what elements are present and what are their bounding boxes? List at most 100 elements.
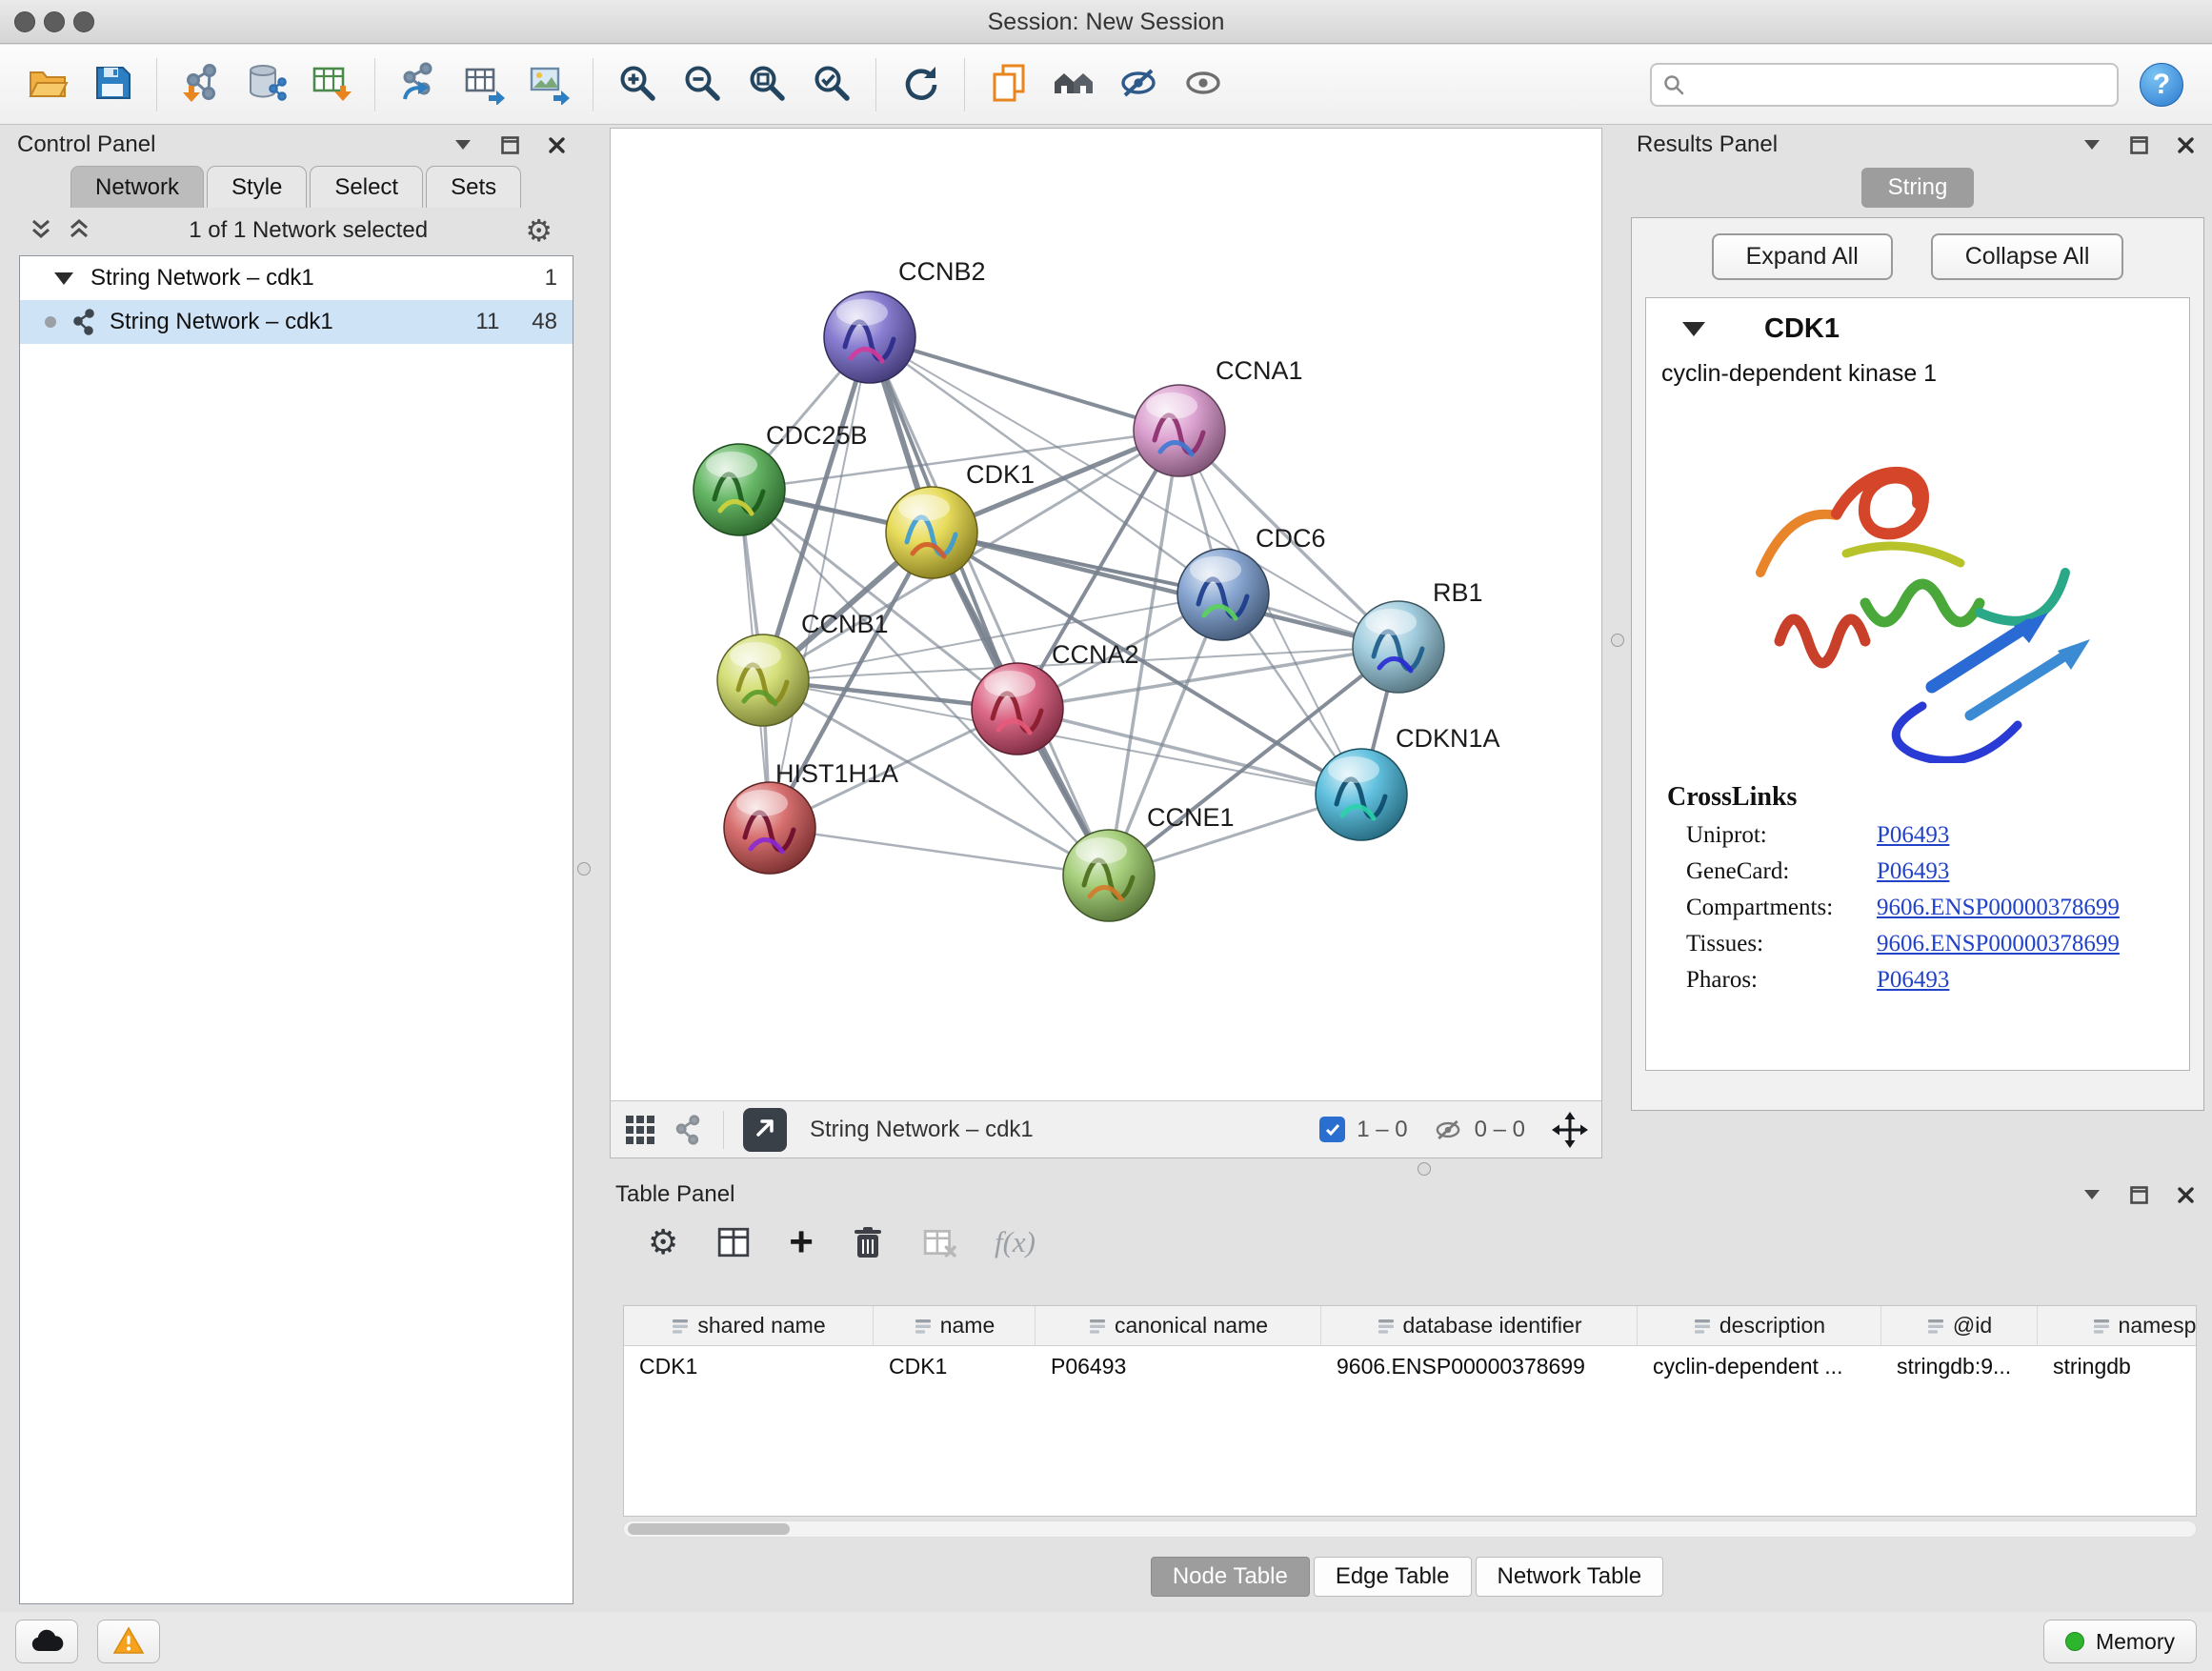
network-node-HIST1H1A[interactable]: HIST1H1A bbox=[724, 759, 898, 874]
add-column-icon[interactable]: + bbox=[789, 1221, 814, 1263]
tab-network[interactable]: Network bbox=[70, 166, 204, 208]
column-header-canonical-name[interactable]: canonical name bbox=[1036, 1306, 1321, 1345]
panel-menu-icon[interactable] bbox=[2082, 138, 2101, 151]
crosslink-link[interactable]: 9606.ENSP00000378699 bbox=[1877, 895, 2120, 921]
network-tree-child-row[interactable]: String Network – cdk1 11 48 bbox=[20, 300, 573, 344]
tab-select[interactable]: Select bbox=[310, 166, 423, 208]
cell-shared-name[interactable]: CDK1 bbox=[624, 1346, 874, 1386]
column-header-id[interactable]: @id bbox=[1881, 1306, 2038, 1345]
network-list-icon[interactable] bbox=[672, 1114, 704, 1146]
tab-sets[interactable]: Sets bbox=[426, 166, 521, 208]
column-header-namespace[interactable]: namespace bbox=[2038, 1306, 2197, 1345]
delete-column-trash-icon[interactable] bbox=[852, 1224, 884, 1260]
column-header-description[interactable]: description bbox=[1638, 1306, 1881, 1345]
zoom-selected-button[interactable] bbox=[803, 53, 860, 116]
network-edge-HIST1H1A-CCNE1[interactable] bbox=[770, 828, 1109, 876]
scrollbar-thumb[interactable] bbox=[628, 1523, 790, 1535]
save-session-button[interactable] bbox=[84, 53, 141, 116]
column-header-name[interactable]: name bbox=[874, 1306, 1036, 1345]
cell-database-identifier[interactable]: 9606.ENSP00000378699 bbox=[1321, 1346, 1638, 1386]
network-node-CCNB1[interactable]: CCNB1 bbox=[717, 610, 889, 726]
panel-menu-icon[interactable] bbox=[453, 138, 473, 151]
hide-selected-button[interactable] bbox=[1110, 53, 1167, 116]
selected-count: 1 – 0 bbox=[1357, 1117, 1407, 1143]
zoom-out-button[interactable] bbox=[674, 53, 731, 116]
crosslink-link[interactable]: P06493 bbox=[1877, 967, 1949, 994]
memory-button[interactable]: Memory bbox=[2043, 1620, 2197, 1663]
zoom-fit-button[interactable] bbox=[738, 53, 795, 116]
network-tree-root-row[interactable]: String Network – cdk1 1 bbox=[20, 256, 573, 300]
refresh-button[interactable] bbox=[892, 53, 949, 116]
zoom-in-button[interactable] bbox=[609, 53, 666, 116]
panel-float-icon[interactable] bbox=[501, 136, 519, 154]
network-edge-CCNB2-CCNE1[interactable] bbox=[870, 337, 1109, 876]
bottom-splitter-handle[interactable] bbox=[1418, 1162, 1431, 1176]
network-edge-CCNB2-CCNA1[interactable] bbox=[870, 337, 1179, 431]
network-node-CDKN1A[interactable]: CDKN1A bbox=[1316, 724, 1500, 840]
network-canvas[interactable]: CCNB2CCNA1CDC25BCDK1CDC6RB1CCNB1CCNA2CDK… bbox=[611, 129, 1601, 1100]
show-columns-icon[interactable] bbox=[716, 1225, 751, 1259]
cell-canonical-name[interactable]: P06493 bbox=[1036, 1346, 1321, 1386]
panel-menu-icon[interactable] bbox=[2082, 1188, 2101, 1201]
collapse-all-icon[interactable] bbox=[29, 216, 53, 246]
crosslink-link[interactable]: 9606.ENSP00000378699 bbox=[1877, 931, 2120, 957]
gear-icon[interactable]: ⚙ bbox=[525, 215, 553, 246]
grid-view-icon[interactable] bbox=[624, 1114, 656, 1146]
network-node-RB1[interactable]: RB1 bbox=[1353, 578, 1483, 693]
column-header-database-identifier[interactable]: database identifier bbox=[1321, 1306, 1638, 1345]
expand-all-button[interactable]: Expand All bbox=[1712, 233, 1893, 280]
export-table-button[interactable] bbox=[455, 53, 513, 116]
cloud-status-button[interactable] bbox=[15, 1620, 78, 1663]
column-header-shared-name[interactable]: shared name bbox=[624, 1306, 874, 1345]
expand-all-icon[interactable] bbox=[67, 216, 91, 246]
search-input[interactable] bbox=[1650, 63, 2119, 107]
tab-string[interactable]: String bbox=[1861, 168, 1975, 208]
refresh-icon bbox=[898, 61, 942, 108]
show-all-networks-button[interactable] bbox=[1045, 53, 1102, 116]
panel-float-icon[interactable] bbox=[2130, 1186, 2148, 1204]
export-image-button[interactable] bbox=[520, 53, 577, 116]
warnings-button[interactable] bbox=[97, 1620, 160, 1663]
control-panel-title: Control Panel bbox=[17, 131, 155, 158]
crosslinks-section: CrossLinks Uniprot: P06493 GeneCard: P06… bbox=[1646, 782, 2189, 994]
crosslink-link[interactable]: P06493 bbox=[1877, 822, 1949, 849]
tree-collapse-icon[interactable] bbox=[54, 272, 73, 285]
table-row[interactable]: CDK1 CDK1 P06493 9606.ENSP00000378699 cy… bbox=[624, 1346, 2196, 1386]
import-table-from-file-button[interactable] bbox=[302, 53, 359, 116]
open-session-button[interactable] bbox=[19, 53, 76, 116]
move-crosshair-icon[interactable] bbox=[1552, 1112, 1588, 1148]
import-network-from-database-button[interactable] bbox=[237, 53, 294, 116]
cell-namespace[interactable]: stringdb bbox=[2038, 1346, 2197, 1386]
network-edge-CDK1-RB1[interactable] bbox=[932, 533, 1398, 647]
selected-checkbox-icon[interactable] bbox=[1319, 1117, 1345, 1142]
cell-id[interactable]: stringdb:9... bbox=[1881, 1346, 2038, 1386]
cell-name[interactable]: CDK1 bbox=[874, 1346, 1036, 1386]
collapse-all-button[interactable]: Collapse All bbox=[1931, 233, 2124, 280]
table-settings-gear-icon[interactable]: ⚙ bbox=[648, 1225, 678, 1259]
network-node-CCNA1[interactable]: CCNA1 bbox=[1134, 356, 1303, 476]
panel-close-icon[interactable] bbox=[2177, 1186, 2195, 1204]
network-edge-CCNB2-HIST1H1A[interactable] bbox=[770, 337, 870, 828]
panel-close-icon[interactable] bbox=[548, 136, 566, 154]
tab-style[interactable]: Style bbox=[207, 166, 307, 208]
panel-float-icon[interactable] bbox=[2130, 136, 2148, 154]
cell-description[interactable]: cyclin-dependent ... bbox=[1638, 1346, 1881, 1386]
show-selected-button[interactable] bbox=[1175, 53, 1232, 116]
clone-network-button[interactable] bbox=[980, 53, 1037, 116]
horizontal-scrollbar[interactable] bbox=[623, 1520, 2197, 1538]
import-network-from-file-button[interactable] bbox=[172, 53, 230, 116]
crosslink-link[interactable]: P06493 bbox=[1877, 858, 1949, 885]
hidden-eye-icon[interactable] bbox=[1433, 1115, 1463, 1145]
left-splitter-handle[interactable] bbox=[577, 862, 591, 876]
tab-network-table[interactable]: Network Table bbox=[1476, 1557, 1664, 1597]
tab-node-table[interactable]: Node Table bbox=[1151, 1557, 1310, 1597]
detach-view-button[interactable] bbox=[743, 1108, 787, 1152]
export-network-button[interactable] bbox=[391, 53, 448, 116]
network-node-CCNE1[interactable]: CCNE1 bbox=[1063, 803, 1235, 921]
right-splitter-handle[interactable] bbox=[1611, 634, 1624, 647]
collapse-protein-icon[interactable] bbox=[1682, 322, 1705, 336]
tab-edge-table[interactable]: Edge Table bbox=[1314, 1557, 1472, 1597]
help-button[interactable]: ? bbox=[2140, 63, 2183, 107]
panel-close-icon[interactable] bbox=[2177, 136, 2195, 154]
network-node-CDK1[interactable]: CDK1 bbox=[886, 460, 1035, 578]
